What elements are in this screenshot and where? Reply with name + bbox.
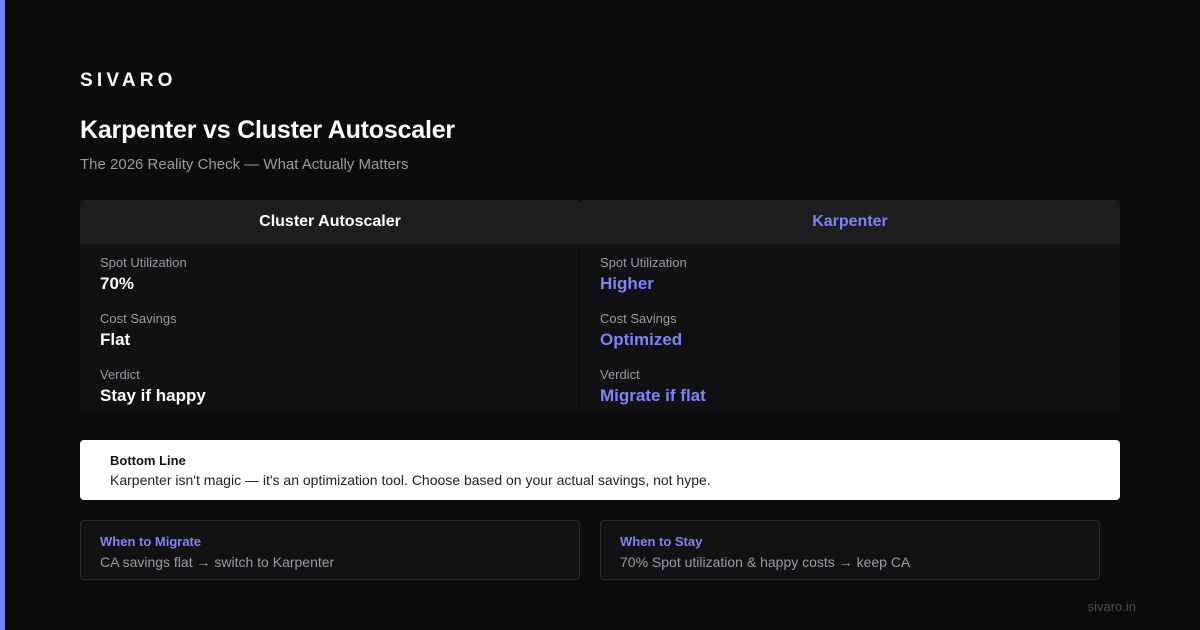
- metric-value: Higher: [600, 274, 654, 293]
- page-subtitle: The 2026 Reality Check — What Actually M…: [80, 156, 409, 173]
- column-karpenter: Spot Utilization Higher Cost Savings Opt…: [580, 244, 1120, 412]
- metric-row-cost-savings: Cost Savings Flat: [100, 311, 177, 351]
- metric-value: Optimized: [600, 330, 683, 349]
- card-when-to-migrate: When to Migrate CA savings flat → switch…: [80, 520, 580, 580]
- page-title: Karpenter vs Cluster Autoscaler: [80, 116, 455, 144]
- metric-row-verdict: Verdict Stay if happy: [100, 367, 206, 407]
- bottom-line-callout: Bottom Line Karpenter isn't magic — it's…: [80, 440, 1120, 500]
- comparison-table: Cluster Autoscaler Karpenter Spot Utiliz…: [80, 200, 1120, 412]
- metric-row-cost-savings: Cost Savings Optimized: [600, 311, 682, 351]
- card-when-to-stay: When to Stay 70% Spot utilization & happ…: [600, 520, 1100, 580]
- metric-label: Cost Savings: [100, 311, 177, 326]
- accent-bar: [0, 0, 5, 630]
- metric-value: 70%: [100, 274, 135, 293]
- metric-value: Flat: [100, 330, 131, 349]
- column-header-cluster-autoscaler: Cluster Autoscaler: [80, 200, 580, 244]
- bottom-line-text: Karpenter isn't magic — it's an optimiza…: [110, 472, 711, 488]
- metric-label: Spot Utilization: [100, 255, 187, 270]
- metric-value: Stay if happy: [100, 386, 206, 405]
- bottom-line-title: Bottom Line: [110, 453, 186, 468]
- metric-row-verdict: Verdict Migrate if flat: [600, 367, 706, 407]
- column-header-karpenter: Karpenter: [580, 200, 1120, 244]
- metric-label: Cost Savings: [600, 311, 677, 326]
- card-text: 70% Spot utilization & happy costs → kee…: [620, 554, 911, 570]
- metric-label: Verdict: [100, 367, 140, 382]
- metric-label: Spot Utilization: [600, 255, 687, 270]
- metric-value: Migrate if flat: [600, 386, 706, 405]
- metric-row-spot-utilization: Spot Utilization Higher: [600, 255, 687, 295]
- footer-url: sivaro.in: [1087, 599, 1136, 614]
- card-title: When to Migrate: [100, 534, 202, 549]
- card-text: CA savings flat → switch to Karpenter: [100, 554, 335, 570]
- column-cluster-autoscaler: Spot Utilization 70% Cost Savings Flat V…: [80, 244, 578, 412]
- metric-label: Verdict: [600, 367, 640, 382]
- card-title: When to Stay: [620, 534, 703, 549]
- metric-row-spot-utilization: Spot Utilization 70%: [100, 255, 187, 295]
- brand-logo: SIVARO: [80, 70, 177, 91]
